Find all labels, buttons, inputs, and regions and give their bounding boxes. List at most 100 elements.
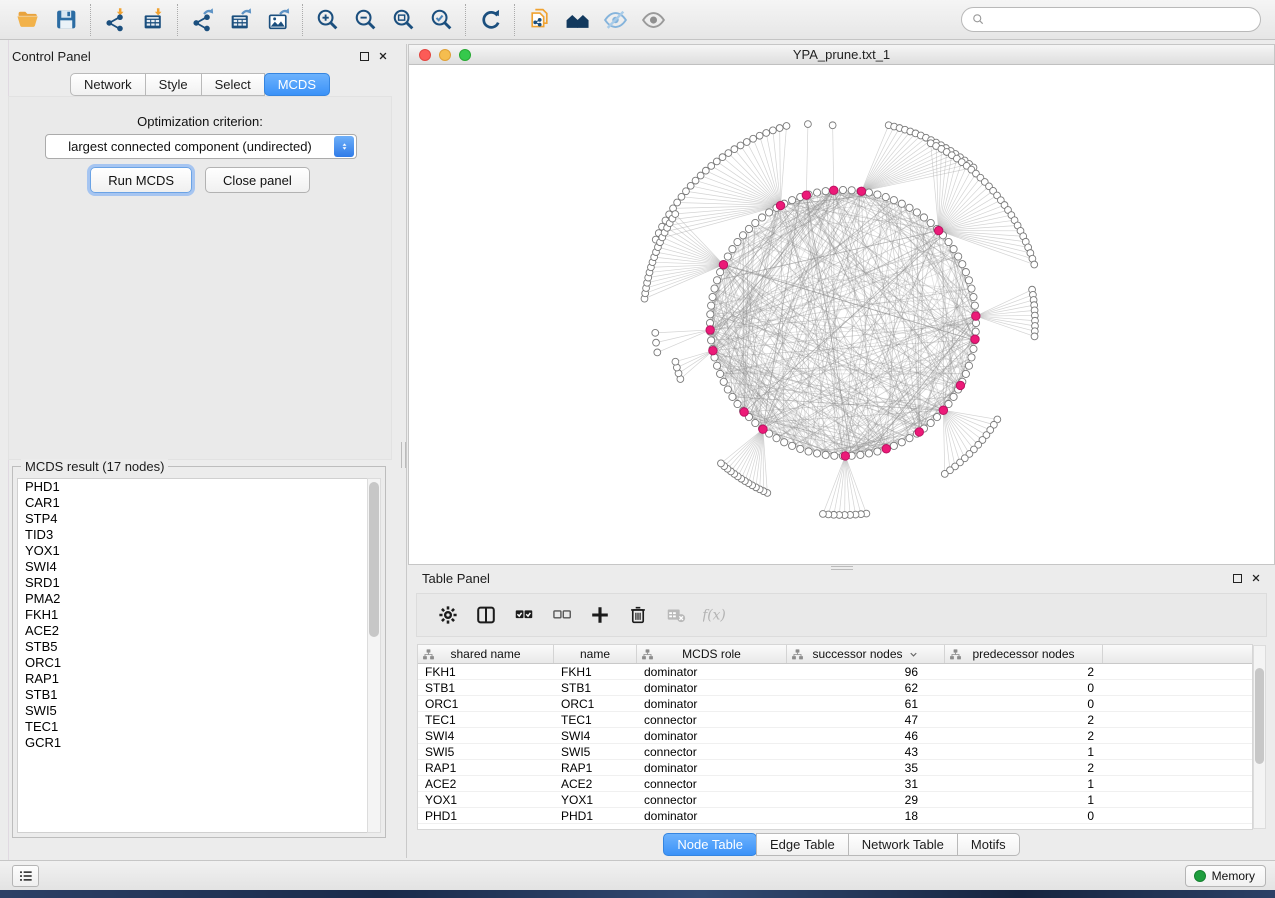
table-cell: dominator xyxy=(637,664,787,679)
import-table-button[interactable] xyxy=(134,4,172,36)
first-neighbors-houses-button[interactable] xyxy=(558,4,596,36)
column-header-predecessor-nodes[interactable]: predecessor nodes xyxy=(945,645,1103,663)
search-input[interactable] xyxy=(991,12,1251,27)
mcds-result-item[interactable]: SRD1 xyxy=(18,575,367,591)
deselect-all-rows-icon xyxy=(551,604,573,626)
tab-style[interactable]: Style xyxy=(145,73,202,96)
import-network-button[interactable] xyxy=(96,4,134,36)
export-network-button[interactable] xyxy=(183,4,221,36)
table-cell: 35 xyxy=(787,760,945,775)
deselect-all-rows-button[interactable] xyxy=(543,598,581,632)
optimization-criterion-select[interactable]: largest connected component (undirected) xyxy=(45,134,357,159)
table-tab-motifs[interactable]: Motifs xyxy=(957,833,1020,856)
mcds-result-item[interactable]: GCR1 xyxy=(18,735,367,751)
table-cell: ORC1 xyxy=(418,696,554,711)
mcds-result-item[interactable]: SWI4 xyxy=(18,559,367,575)
close-panel-icon[interactable] xyxy=(378,51,388,61)
zoom-fit-button[interactable] xyxy=(384,4,422,36)
zoom-in-button[interactable] xyxy=(308,4,346,36)
mcds-result-title: MCDS result (17 nodes) xyxy=(21,459,168,474)
export-table-button[interactable] xyxy=(221,4,259,36)
export-network-icon xyxy=(190,7,215,32)
show-all-button[interactable] xyxy=(634,4,672,36)
memory-button[interactable]: Memory xyxy=(1185,865,1266,887)
column-header-shared-name[interactable]: shared name xyxy=(418,645,554,663)
tab-select[interactable]: Select xyxy=(201,73,265,96)
mcds-result-item[interactable]: CAR1 xyxy=(18,495,367,511)
zoom-selected-button[interactable] xyxy=(422,4,460,36)
mcds-result-item[interactable]: ORC1 xyxy=(18,655,367,671)
toolbar-group xyxy=(514,4,677,36)
save-session-button[interactable] xyxy=(47,4,85,36)
vertical-splitter[interactable] xyxy=(400,44,408,858)
mcds-result-item[interactable]: RAP1 xyxy=(18,671,367,687)
show-columns-button[interactable] xyxy=(467,598,505,632)
table-row[interactable]: STB1STB1dominator620 xyxy=(418,680,1252,696)
column-header-name[interactable]: name xyxy=(554,645,637,663)
table-row[interactable]: ACE2ACE2connector311 xyxy=(418,776,1252,792)
mcds-result-item[interactable]: TID3 xyxy=(18,527,367,543)
mcds-result-item[interactable]: PHD1 xyxy=(18,479,367,495)
table-row[interactable]: SWI5SWI5connector431 xyxy=(418,744,1252,760)
mcds-result-list[interactable]: PHD1CAR1STP4TID3YOX1SWI4SRD1PMA2FKH1ACE2… xyxy=(17,478,367,833)
mcds-result-item[interactable]: SWI5 xyxy=(18,703,367,719)
table-row[interactable]: RAP1RAP1dominator352 xyxy=(418,760,1252,776)
table-tab-edge-table[interactable]: Edge Table xyxy=(756,833,849,856)
table-mode-gear-button[interactable] xyxy=(429,598,467,632)
tab-network[interactable]: Network xyxy=(70,73,146,96)
add-column-button[interactable] xyxy=(581,598,619,632)
column-header-mcds-role[interactable]: MCDS role xyxy=(637,645,787,663)
table-panel-title: Table Panel xyxy=(422,571,490,586)
mcds-result-item[interactable]: ACE2 xyxy=(18,623,367,639)
tab-mcds[interactable]: MCDS xyxy=(264,73,330,96)
zoom-out-button[interactable] xyxy=(346,4,384,36)
table-cell: PHD1 xyxy=(418,808,554,823)
float-panel-icon[interactable] xyxy=(360,52,369,61)
node-table-body: FKH1FKH1dominator962STB1STB1dominator620… xyxy=(418,664,1252,824)
table-row[interactable]: YOX1YOX1connector291 xyxy=(418,792,1252,808)
table-row[interactable]: SWI4SWI4dominator462 xyxy=(418,728,1252,744)
mcds-result-item[interactable]: STP4 xyxy=(18,511,367,527)
search-icon xyxy=(971,12,986,27)
share-document-button[interactable] xyxy=(520,4,558,36)
network-title-bar[interactable]: YPA_prune.txt_1 xyxy=(409,45,1274,65)
table-row[interactable]: TEC1TEC1connector472 xyxy=(418,712,1252,728)
mcds-list-scrollbar[interactable] xyxy=(367,478,381,833)
table-cell: SWI4 xyxy=(418,728,554,743)
add-column-icon xyxy=(589,604,611,626)
export-image-button[interactable] xyxy=(259,4,297,36)
table-tab-node-table[interactable]: Node Table xyxy=(663,833,757,856)
hide-selected-button[interactable] xyxy=(596,4,634,36)
svg-text:f(x): f(x) xyxy=(703,608,725,624)
table-cell: YOX1 xyxy=(418,792,554,807)
table-row[interactable]: ORC1ORC1dominator610 xyxy=(418,696,1252,712)
table-row[interactable]: FKH1FKH1dominator962 xyxy=(418,664,1252,680)
control-panel-tabbar: NetworkStyleSelectMCDS xyxy=(0,73,400,96)
close-table-panel-icon[interactable] xyxy=(1251,573,1261,583)
node-table-scrollbar[interactable] xyxy=(1253,645,1266,829)
task-history-button[interactable] xyxy=(12,865,39,887)
close-panel-button[interactable]: Close panel xyxy=(205,167,310,193)
memory-status-icon xyxy=(1194,870,1206,882)
mcds-result-item[interactable]: YOX1 xyxy=(18,543,367,559)
delete-column-button[interactable] xyxy=(619,598,657,632)
refresh-button[interactable] xyxy=(471,4,509,36)
table-row[interactable]: PHD1PHD1dominator180 xyxy=(418,808,1252,824)
table-tab-network-table[interactable]: Network Table xyxy=(848,833,958,856)
float-table-panel-icon[interactable] xyxy=(1233,574,1242,583)
toolbar-group xyxy=(90,4,177,36)
mcds-result-item[interactable]: STB1 xyxy=(18,687,367,703)
network-canvas[interactable] xyxy=(409,65,1274,564)
select-all-rows-button[interactable] xyxy=(505,598,543,632)
open-file-button[interactable] xyxy=(9,4,47,36)
mcds-result-item[interactable]: FKH1 xyxy=(18,607,367,623)
run-mcds-button[interactable]: Run MCDS xyxy=(90,167,192,193)
network-title: YPA_prune.txt_1 xyxy=(409,47,1274,62)
mcds-result-item[interactable]: STB5 xyxy=(18,639,367,655)
column-header-label: successor nodes xyxy=(812,647,902,661)
table-cell: FKH1 xyxy=(418,664,554,679)
mcds-result-item[interactable]: TEC1 xyxy=(18,719,367,735)
column-header-successor-nodes[interactable]: successor nodes xyxy=(787,645,945,663)
export-table-icon xyxy=(228,7,253,32)
mcds-result-item[interactable]: PMA2 xyxy=(18,591,367,607)
